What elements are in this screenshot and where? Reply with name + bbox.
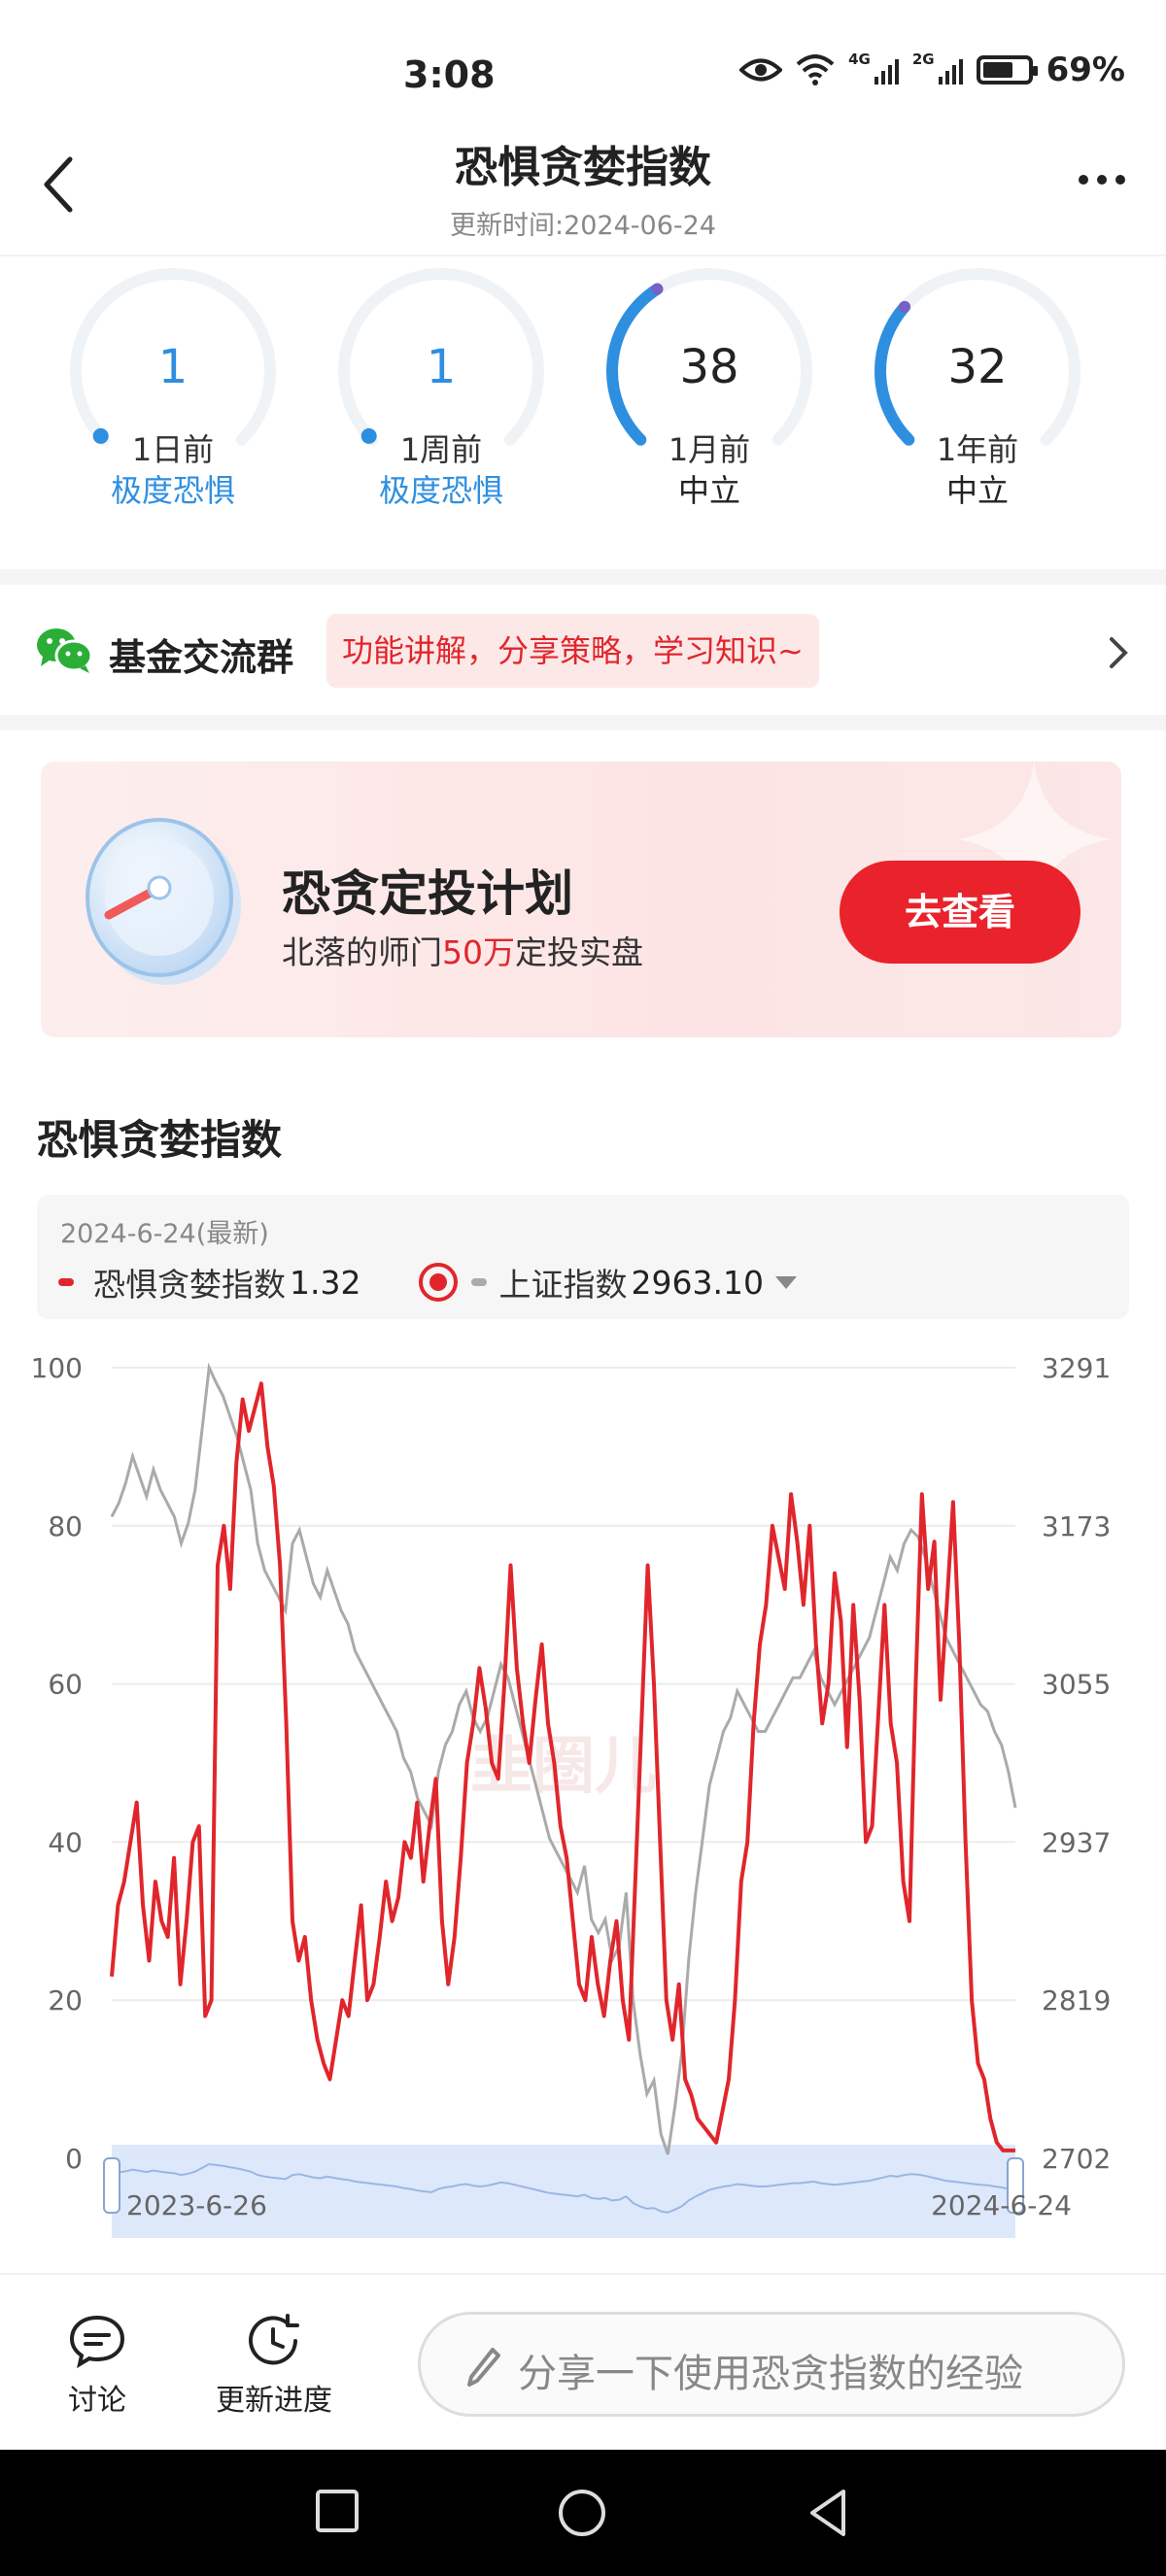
recent-apps-icon[interactable] (313, 2487, 361, 2535)
section-divider (0, 569, 1166, 585)
promo-card[interactable]: 恐贪定投计划 北落的师门50万定投实盘 去查看 (41, 762, 1121, 1037)
promo-title: 恐贪定投计划 (282, 865, 573, 922)
update-progress-button[interactable]: 更新进度 (216, 2314, 332, 2419)
comment-input[interactable]: 分享一下使用恐贪指数的经验 (418, 2312, 1125, 2417)
signal-icon (938, 55, 963, 85)
chart-legend: 2024-6-24(最新) 恐惧贪婪指数 1.32 上证指数 2963.10 (37, 1195, 1129, 1319)
y-right-tick: 3291 (1042, 1352, 1111, 1384)
dropdown-icon[interactable] (774, 1275, 797, 1289)
section-divider (0, 715, 1166, 730)
y-left-tick: 40 (48, 1826, 83, 1858)
gauge-level: 中立 (945, 472, 1009, 509)
y-right-tick: 2702 (1042, 2143, 1111, 2175)
promo-sub-highlight: 50万 (442, 933, 515, 971)
discuss-label: 讨论 (68, 2384, 126, 2418)
y-left-tick: 60 (48, 1669, 83, 1701)
chevron-right-icon (1110, 637, 1128, 668)
battery-icon (976, 55, 1038, 85)
series1-swatch (58, 1278, 74, 1286)
gauge-icon (86, 818, 241, 985)
series1-value: 1.32 (290, 1263, 361, 1302)
y-left-tick: 20 (48, 1984, 83, 2017)
home-icon[interactable] (556, 2487, 608, 2539)
promo-sub-suffix: 定投实盘 (515, 933, 643, 971)
gauge-level: 极度恐惧 (110, 472, 235, 509)
gauge-value: 1 (426, 340, 457, 394)
x-start-label: 2023-6-26 (126, 2189, 267, 2221)
wifi-icon (796, 54, 835, 85)
gauge-period: 1日前 (131, 431, 215, 468)
y-left-tick: 0 (65, 2143, 83, 2175)
history-clock-icon (249, 2314, 299, 2365)
y-right-tick: 3173 (1042, 1510, 1111, 1542)
group-tag: 功能讲解，分享策略，学习知识~ (326, 614, 819, 688)
gauge-period: 1年前 (936, 431, 1019, 468)
pencil-icon (467, 2348, 500, 2387)
promo-sub-prefix: 北落的师门 (282, 933, 442, 971)
legend-row: 恐惧贪婪指数 1.32 上证指数 2963.10 (58, 1259, 797, 1305)
legend-date: 2024-6-24(最新) (60, 1219, 269, 1249)
gauge-level: 中立 (677, 472, 740, 509)
y-left-tick: 100 (31, 1352, 83, 1384)
gauge-1-week[interactable]: 1 1周前 极度恐惧 (325, 254, 558, 517)
series2-swatch (471, 1278, 488, 1286)
gauge-marker (898, 300, 910, 313)
wechat-icon (37, 628, 93, 673)
series2-value: 2963.10 (631, 1263, 764, 1302)
network-type-1: 4G (848, 51, 871, 68)
more-icon[interactable] (1079, 175, 1125, 185)
gauge-period: 1周前 (399, 431, 483, 468)
gauge-1-year[interactable]: 32 1年前 中立 (861, 254, 1094, 517)
back-nav-icon[interactable] (805, 2487, 853, 2539)
x-end-label: 2024-6-24 (931, 2189, 1072, 2221)
page-title: 恐惧贪婪指数 (455, 143, 711, 192)
chat-bubble-icon (69, 2315, 125, 2368)
y-left-tick: 80 (48, 1510, 83, 1542)
gauge-1-month[interactable]: 38 1月前 中立 (593, 254, 826, 517)
y-right-tick: 3055 (1042, 1669, 1111, 1701)
status-time: 3:08 (403, 53, 496, 96)
chart-section-title: 恐惧贪婪指数 (37, 1116, 283, 1164)
y-right-tick: 2937 (1042, 1826, 1111, 1858)
gauge-value: 32 (947, 340, 1008, 394)
series2-label: 上证指数 (498, 1266, 628, 1304)
group-name: 基金交流群 (109, 636, 294, 679)
gauge-marker (651, 283, 664, 295)
update-progress-label: 更新进度 (216, 2384, 332, 2418)
line-chart[interactable]: 100 329180 317360 305540 293720 28190 2702韭圈儿2… (0, 1331, 1166, 2244)
series-toggle-radio[interactable] (419, 1263, 459, 1302)
y-right-tick: 2819 (1042, 1984, 1111, 2017)
range-handle-left (103, 2157, 120, 2214)
gauge-1-day[interactable]: 1 1日前 极度恐惧 (56, 254, 290, 517)
series1-label: 恐惧贪婪指数 (93, 1266, 286, 1304)
discuss-button[interactable]: 讨论 (68, 2314, 126, 2419)
group-banner[interactable]: 基金交流群 功能讲解，分享策略，学习知识~ (0, 587, 1166, 713)
eye-icon (739, 58, 783, 82)
gauge-level: 极度恐惧 (378, 472, 503, 509)
status-icons: 4G 2G 69% (739, 51, 1125, 89)
gauge-value: 38 (679, 340, 739, 394)
bottom-bar: 讨论 更新进度 分享一下使用恐贪指数的经验 (0, 2273, 1166, 2450)
signal-icon (874, 55, 899, 85)
view-button[interactable]: 去查看 (840, 861, 1080, 964)
update-time: 更新时间:2024-06-24 (449, 211, 716, 241)
gauge-period: 1月前 (668, 431, 751, 468)
battery-percent: 69% (1046, 51, 1125, 89)
network-type-2: 2G (911, 51, 935, 68)
promo-subtitle: 北落的师门50万定投实盘 (282, 927, 643, 973)
comment-placeholder: 分享一下使用恐贪指数的经验 (518, 2352, 1023, 2396)
system-nav-bar (0, 2450, 1166, 2576)
gauge-value: 1 (157, 340, 189, 394)
